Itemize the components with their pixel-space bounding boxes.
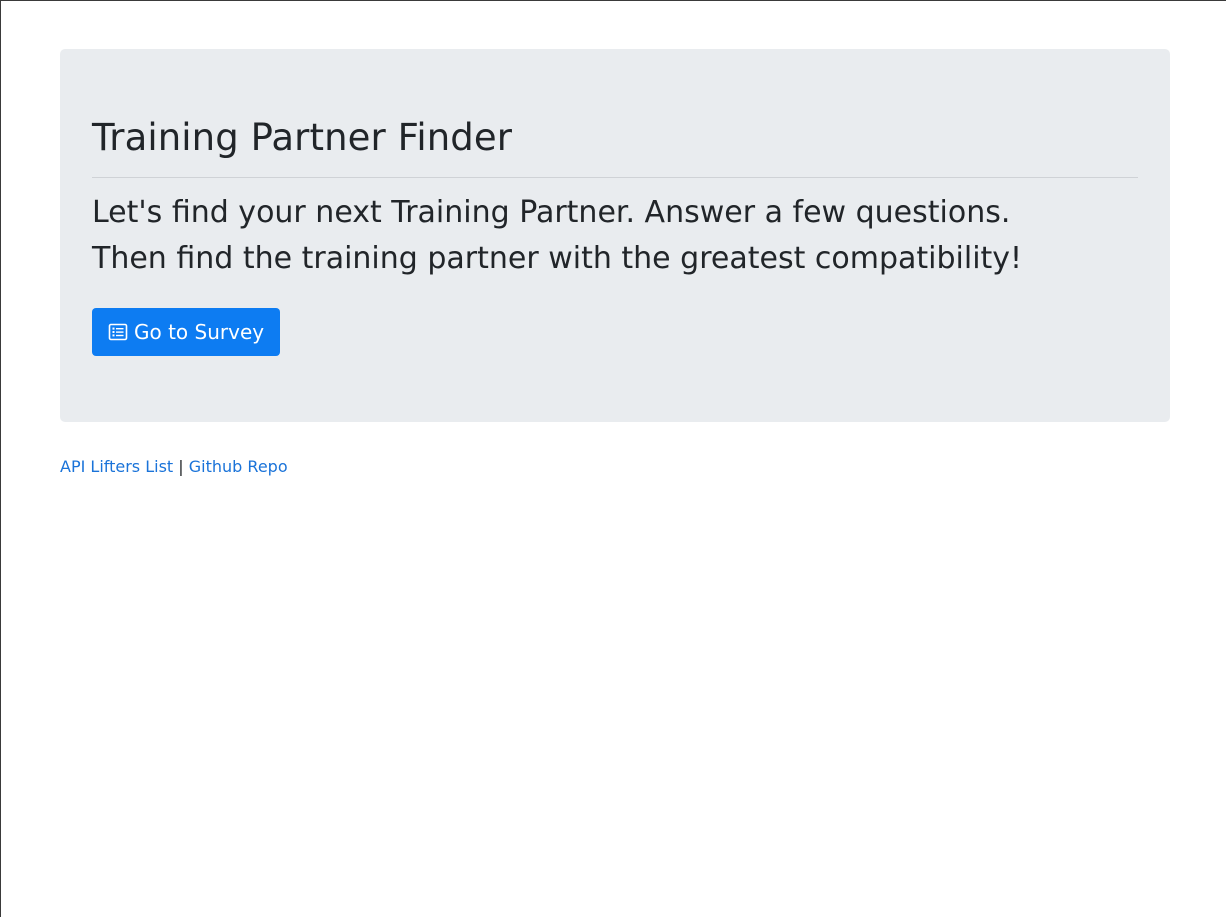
api-lifters-list-link[interactable]: API Lifters List [60, 457, 173, 476]
lead-line-2: Then find the training partner with the … [92, 241, 1023, 276]
list-alt-icon [108, 322, 128, 342]
page-title: Training Partner Finder [92, 116, 513, 159]
github-repo-link[interactable]: Github Repo [189, 457, 288, 476]
jumbotron: Training Partner Finder Let's find your … [60, 49, 1170, 422]
lead-text: Let's find your next Training Partner. A… [92, 190, 1138, 282]
lead-line-1: Let's find your next Training Partner. A… [92, 195, 1011, 230]
go-to-survey-label: Go to Survey [134, 320, 265, 344]
footer-separator: | [178, 457, 184, 476]
divider [92, 177, 1138, 178]
go-to-survey-button[interactable]: Go to Survey [92, 308, 281, 356]
footer-links: API Lifters List | Github Repo [60, 456, 288, 478]
